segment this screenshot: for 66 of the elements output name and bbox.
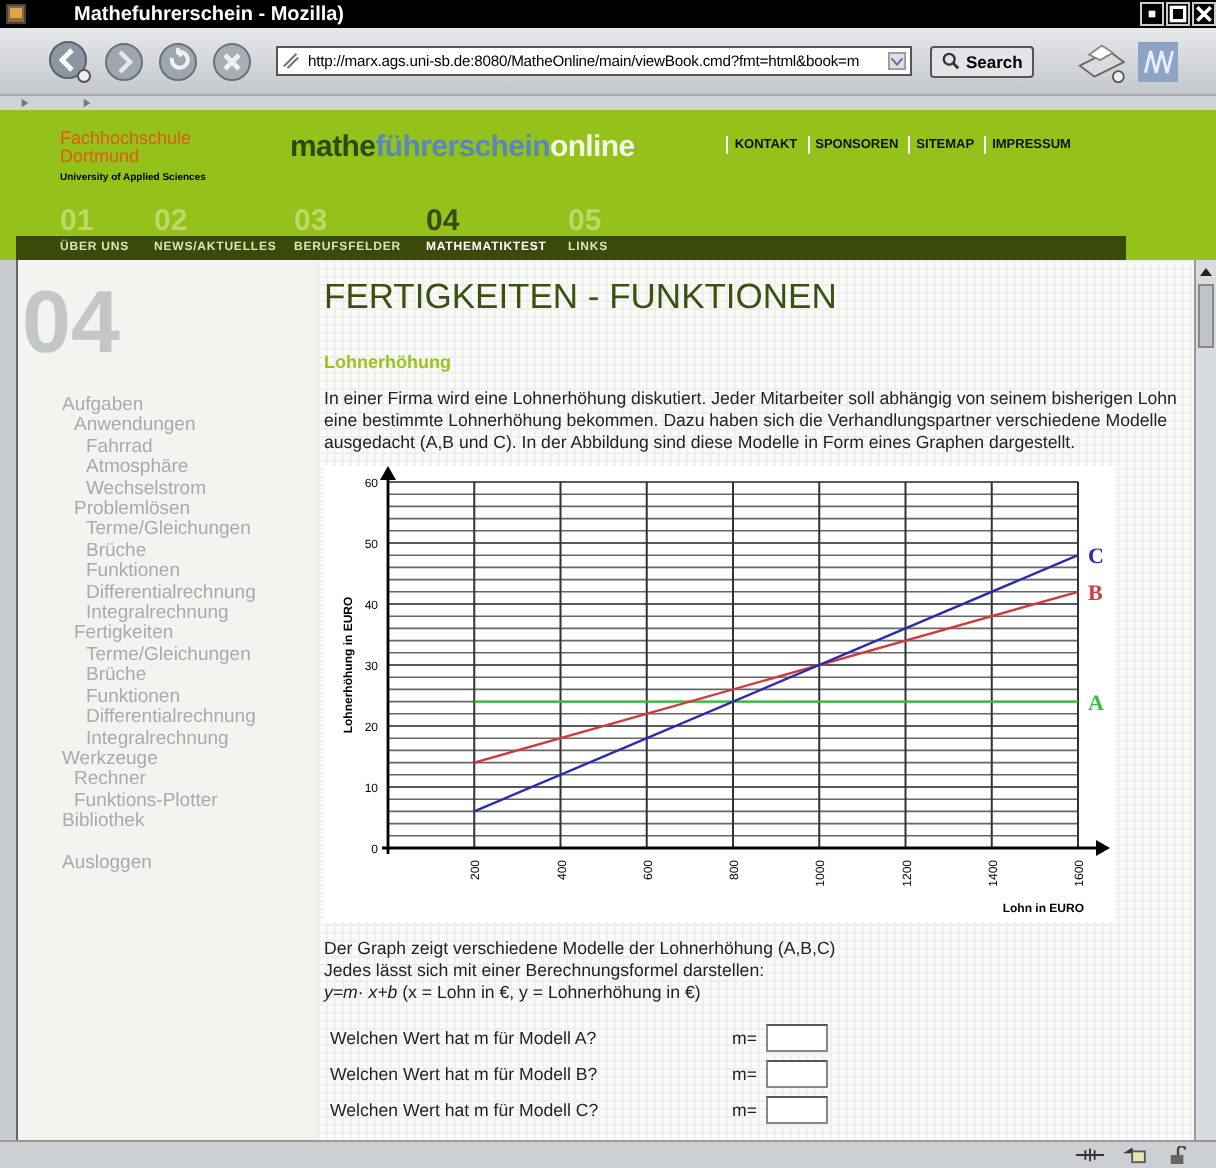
search-icon [942, 52, 960, 70]
sidebar-link[interactable]: Anwendungen [62, 416, 318, 438]
sidebar-link[interactable]: Aufgaben [62, 396, 318, 417]
scroll-up-icon[interactable] [1198, 264, 1214, 280]
section-heading: Lohnerhöhung [324, 352, 453, 372]
scrollbar[interactable] [1194, 260, 1216, 1140]
sidebar-link[interactable]: Brüche [62, 666, 318, 688]
sidebar-link[interactable]: Differentialrechnung [62, 583, 318, 605]
sidebar-link[interactable]: Funktionen [62, 562, 318, 584]
sidebar-link[interactable]: Fahrrad [62, 437, 318, 459]
stop-icon[interactable] [210, 39, 254, 83]
printer-icon[interactable] [1072, 39, 1129, 83]
scroll-thumb[interactable] [1198, 284, 1214, 348]
maximize-icon[interactable] [1166, 2, 1190, 26]
field-label: m= [732, 1064, 759, 1084]
dropdown-icon[interactable] [888, 52, 906, 70]
sidebar-link[interactable]: Terme/Gleichungen [62, 645, 318, 667]
sidebar-link[interactable]: Werkzeuge [62, 749, 318, 771]
sidebar-link[interactable]: Integralrechnung [62, 729, 318, 750]
answer-field[interactable] [766, 1060, 828, 1088]
page-title: FERTIGKEITEN - FUNKTIONEN [324, 276, 839, 316]
sidebar-link[interactable]: Terme/Gleichungen [62, 520, 318, 542]
section-number: 02 [154, 206, 190, 236]
sidebar-link[interactable]: Bibliothek [62, 812, 318, 834]
series-label: A [1088, 691, 1104, 716]
sidebar-link[interactable]: Integralrechnung [62, 604, 318, 625]
question-text: Welchen Wert hat m für Modell C? [330, 1100, 601, 1120]
field-label: m= [732, 1028, 759, 1048]
sidebar-link[interactable]: Problemlösen [62, 500, 318, 521]
sidebar-link[interactable]: Differentialrechnung [62, 708, 318, 729]
explanation-text: y=m· x+b (x = Lohn in €, y = Lohnerhöhung in €) [324, 982, 703, 1004]
answer-field[interactable] [766, 1096, 828, 1124]
section-number: 04 [426, 206, 462, 236]
window-title: Mathefuhrerschein - Mozilla) [74, 3, 347, 25]
search-button[interactable]: Search [930, 45, 1035, 77]
answer-field[interactable] [766, 1024, 828, 1052]
explanation-text: Der Graph zeigt verschiedene Modelle der Lohnerhöhung (A,B,C) [324, 938, 838, 960]
sidebar-link[interactable]: Brüche [62, 541, 318, 563]
series-label: C [1088, 545, 1104, 570]
school-name: Fachhochschule Dortmund [60, 130, 194, 166]
forward-icon[interactable] [102, 39, 146, 83]
section-number: 03 [294, 206, 330, 236]
question-text: Welchen Wert hat m für Modell A? [330, 1028, 599, 1048]
back-icon[interactable] [48, 39, 92, 83]
reload-icon[interactable] [156, 39, 200, 83]
explanation-text: Jedes lässt sich mit einer Berechnungsformel darstellen: [324, 960, 767, 982]
site-logo[interactable]: matheführerscheinonline [290, 130, 635, 166]
sidebar-link[interactable]: Fertigkeiten [62, 624, 318, 646]
sidebar-link[interactable]: Funktions-Plotter [62, 791, 318, 813]
sidebar-link[interactable]: Funktionen [62, 687, 318, 709]
section-number: 01 [60, 206, 96, 236]
question-text: Welchen Wert hat m für Modell B? [330, 1064, 600, 1084]
intro-paragraph: In einer Firma wird eine Lohnerhöhung diskutiert. Jeder Mitarbeiter soll abhängig von seinem bisherigen Lohn eine bestimmte Lohnerhöhung bekommen. Dazu haben sich die Verhandlungspartner verschiedene Modelle ausgedacht (A,B und C). In der Abbildung sind diese Modelle in Form eines Graphen dargestellt. [324, 388, 1179, 454]
sidebar-link[interactable]: Rechner [62, 770, 318, 792]
section-number: 05 [568, 206, 602, 236]
connection-icon [1076, 1146, 1104, 1164]
sidebar-link[interactable]: Ausloggen [62, 853, 318, 874]
series-label: B [1088, 581, 1103, 606]
close-icon[interactable] [1192, 2, 1216, 26]
sidebar-link[interactable]: Atmosphäre [62, 458, 318, 480]
minimize-icon[interactable] [1140, 2, 1164, 26]
sidebar-link[interactable]: Wechselstrom [62, 479, 318, 501]
app-icon [6, 4, 26, 24]
cookie-icon [1120, 1146, 1148, 1164]
page-icon [282, 52, 300, 70]
field-label: m= [732, 1100, 759, 1120]
